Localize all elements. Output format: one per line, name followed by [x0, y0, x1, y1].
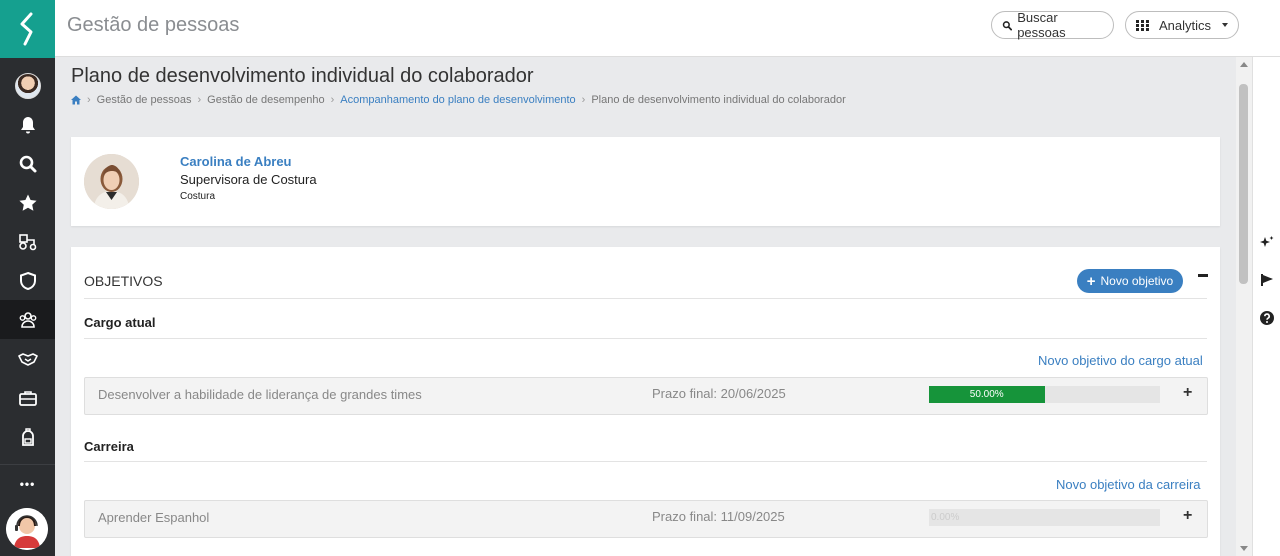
- analytics-label: Analytics: [1158, 17, 1211, 33]
- progress-label: 50.00%: [969, 389, 1004, 400]
- breadcrumb-separator: ›: [330, 94, 335, 106]
- objective-deadline: Prazo final: 11/09/2025: [652, 509, 785, 524]
- add-current-role-objective-link[interactable]: Novo objetivo do cargo atual: [1038, 353, 1203, 368]
- send-tour-icon[interactable]: [1259, 272, 1275, 288]
- section-title-current-role: Cargo atual: [84, 315, 156, 330]
- employee-role: Supervisora de Costura: [180, 172, 317, 187]
- sidebar-item-operations[interactable]: [0, 222, 55, 261]
- breadcrumb: › Gestão de pessoas › Gestão de desempen…: [71, 94, 846, 106]
- employee-avatar: [84, 154, 139, 209]
- sidebar-item-favorites[interactable]: [0, 183, 55, 222]
- objectives-card: OBJETIVOS + Novo objetivo Cargo atual No…: [71, 247, 1220, 556]
- analytics-dropdown[interactable]: Analytics: [1125, 11, 1239, 39]
- search-icon: [1002, 20, 1013, 30]
- handshake-icon: [17, 352, 38, 366]
- divider: [84, 298, 1207, 299]
- app-logo[interactable]: [0, 0, 55, 58]
- breadcrumb-separator: ›: [87, 94, 91, 106]
- briefcase-icon: [18, 390, 37, 406]
- avatar: [14, 72, 41, 99]
- breadcrumb-separator: ›: [197, 94, 202, 106]
- breadcrumb-separator: ›: [581, 94, 586, 106]
- page-title: Plano de desenvolvimento individual do c…: [71, 65, 534, 87]
- search-people-label: Buscar pessoas: [1017, 10, 1066, 40]
- logo-icon: [20, 12, 32, 46]
- search-icon: [19, 155, 36, 172]
- star-icon: [18, 194, 37, 211]
- page-scrollbar[interactable]: [1236, 57, 1252, 556]
- sparkle-icon[interactable]: [1259, 235, 1275, 251]
- objective-row[interactable]: Desenvolver a habilidade de liderança de…: [84, 377, 1208, 415]
- employee-photo: [84, 154, 139, 209]
- home-icon[interactable]: [71, 95, 81, 105]
- objective-deadline: Prazo final: 20/06/2025: [652, 386, 786, 401]
- sidebar-item-people[interactable]: [0, 300, 55, 339]
- scroll-thumb[interactable]: [1239, 84, 1248, 284]
- employee-department: Costura: [180, 191, 216, 202]
- progress-bar: 50.00%: [929, 386, 1160, 403]
- sidebar-item-jobs[interactable]: [0, 378, 55, 417]
- plus-icon: +: [1086, 272, 1096, 290]
- section-title-career: Carreira: [84, 439, 134, 454]
- objectives-header: OBJETIVOS: [84, 273, 163, 289]
- objective-row[interactable]: Aprender Espanhol Prazo final: 11/09/202…: [84, 500, 1208, 538]
- divider: [84, 461, 1207, 462]
- breadcrumb-item[interactable]: Acompanhamento do plano de desenvolvimen…: [340, 94, 575, 106]
- employee-card: Carolina de Abreu Supervisora de Costura…: [71, 137, 1220, 226]
- sidebar-item-security[interactable]: [0, 261, 55, 300]
- backpack-icon: [21, 427, 34, 446]
- sidebar-item-more[interactable]: •••: [0, 464, 55, 503]
- divider: [84, 338, 1207, 339]
- scroll-up-icon[interactable]: [1240, 62, 1248, 67]
- grid-icon: [1136, 19, 1149, 31]
- progress-label: 0.00%: [931, 512, 960, 523]
- breadcrumb-item[interactable]: Gestão de desempenho: [207, 94, 324, 106]
- chevron-down-icon: [1222, 23, 1228, 27]
- add-career-objective-link[interactable]: Novo objetivo da carreira: [1056, 477, 1201, 492]
- app-title: Gestão de pessoas: [67, 14, 240, 36]
- support-avatar[interactable]: [6, 508, 48, 550]
- sidebar-item-profile[interactable]: [0, 66, 55, 105]
- objective-description: Desenvolver a habilidade de liderança de…: [98, 387, 422, 402]
- breadcrumb-item[interactable]: Gestão de pessoas: [97, 94, 192, 106]
- bell-icon: [20, 116, 35, 133]
- objective-description: Aprender Espanhol: [98, 510, 210, 525]
- shield-icon: [19, 271, 36, 290]
- tractor-icon: [18, 233, 36, 250]
- expand-objective-button[interactable]: +: [1183, 384, 1192, 402]
- top-header: Gestão de pessoas Buscar pessoas Analyti…: [55, 0, 1280, 57]
- sidebar-item-search[interactable]: [0, 144, 55, 183]
- collapse-icon[interactable]: [1198, 274, 1208, 277]
- search-people-button[interactable]: Buscar pessoas: [991, 10, 1114, 40]
- breadcrumb-current: Plano de desenvolvimento individual do c…: [591, 94, 846, 106]
- new-objective-label: Novo objetivo: [1100, 274, 1174, 288]
- sidebar-item-learning[interactable]: [0, 417, 55, 456]
- left-sidebar: •••: [0, 0, 55, 556]
- right-rail: [1252, 57, 1280, 556]
- new-objective-button[interactable]: + Novo objetivo: [1077, 269, 1183, 293]
- employee-name[interactable]: Carolina de Abreu: [180, 154, 291, 169]
- more-icon: •••: [19, 477, 36, 491]
- sidebar-item-notifications[interactable]: [0, 105, 55, 144]
- support-agent-icon: [6, 508, 48, 550]
- users-icon: [19, 311, 36, 328]
- scroll-down-icon[interactable]: [1240, 546, 1248, 551]
- sidebar-item-partnerships[interactable]: [0, 339, 55, 378]
- help-icon[interactable]: [1259, 310, 1275, 326]
- progress-bar: 0.00%: [929, 509, 1160, 526]
- expand-objective-button[interactable]: +: [1183, 507, 1192, 525]
